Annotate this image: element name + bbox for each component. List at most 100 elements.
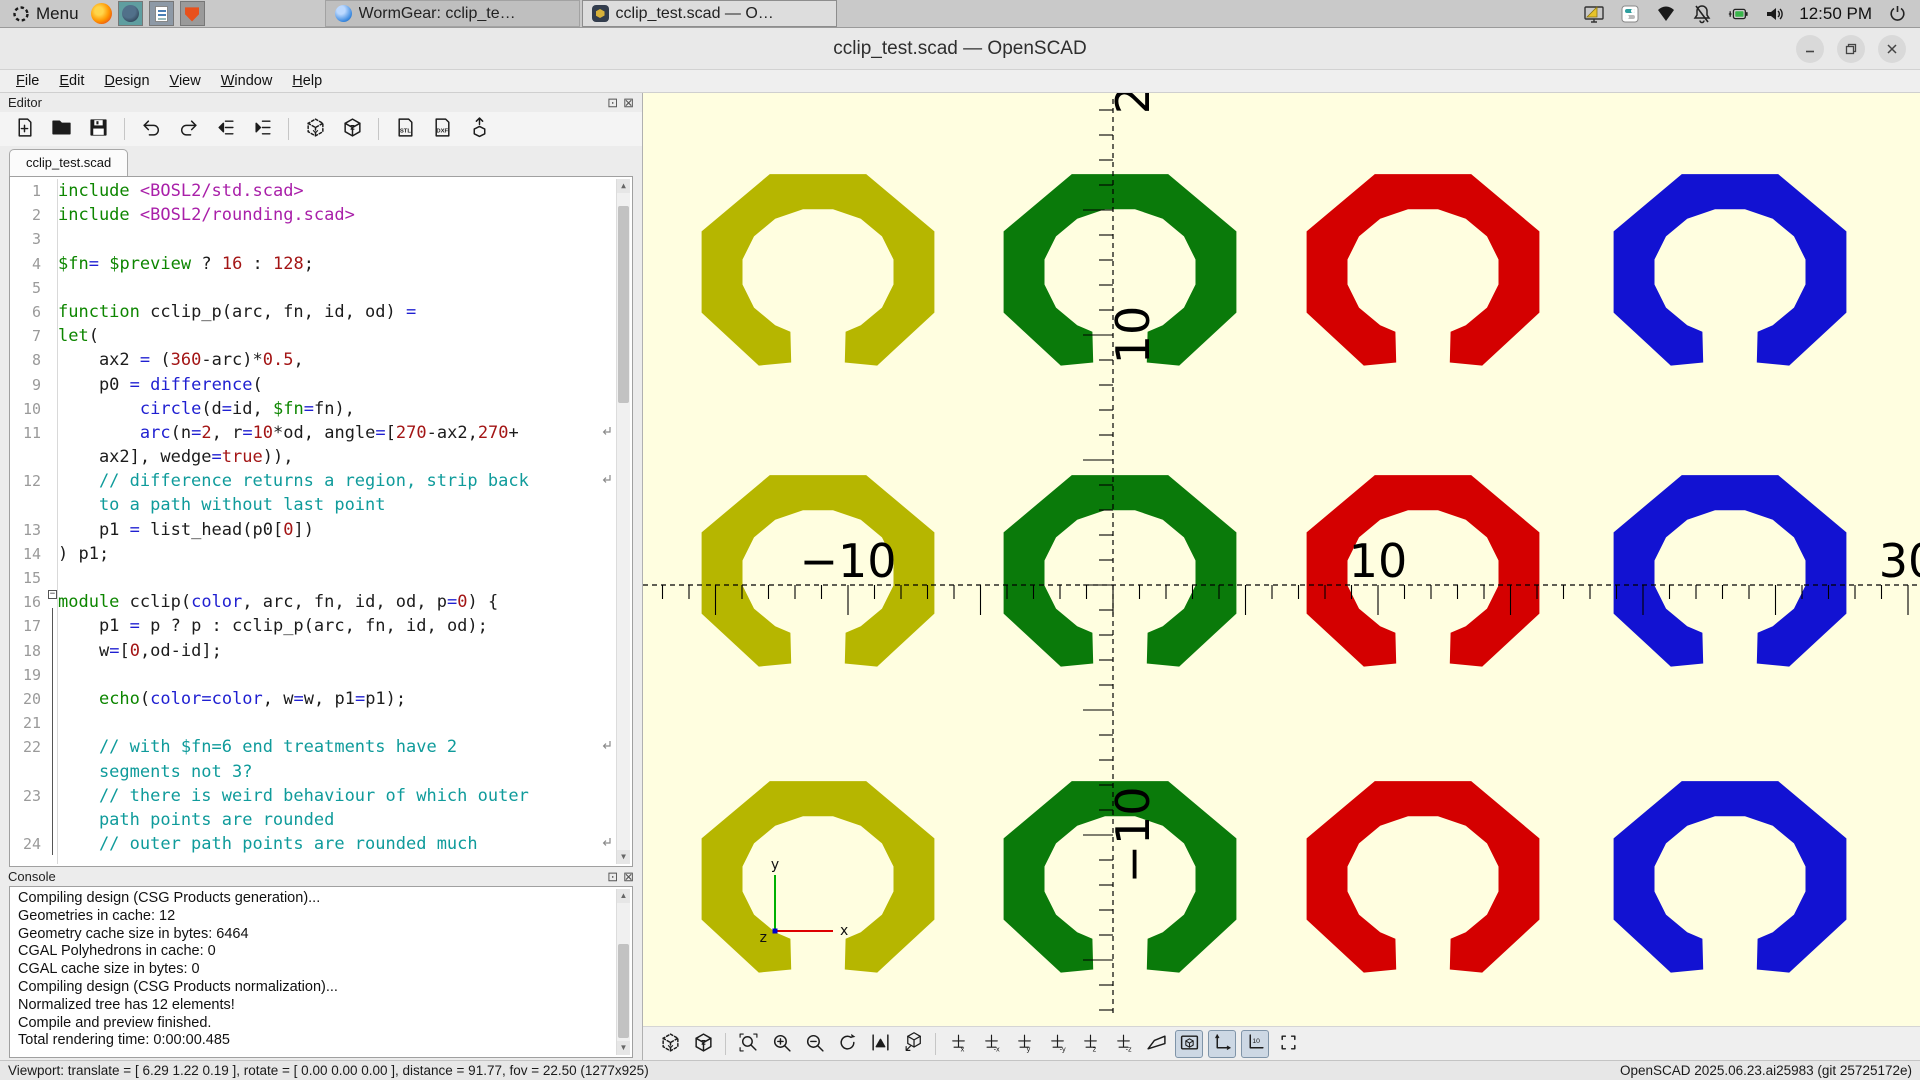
save-file-button[interactable] bbox=[84, 115, 112, 143]
perspective-button[interactable] bbox=[1142, 1030, 1170, 1058]
taskbar-window-button[interactable]: WormGear: cclip_te… bbox=[325, 0, 580, 27]
menu-item-help[interactable]: Help bbox=[282, 73, 332, 89]
console-close-icon[interactable]: ⊠ bbox=[623, 869, 634, 885]
console[interactable]: Compiling design (CSG Products generatio… bbox=[9, 886, 633, 1058]
code-row[interactable]: 18 w=[0,od-id]; bbox=[10, 639, 616, 663]
window-titlebar[interactable]: cclip_test.scad — OpenSCAD bbox=[0, 28, 1920, 70]
menu-item-view[interactable]: View bbox=[160, 73, 211, 89]
code-row[interactable]: 6function cclip_p(arc, fn, id, od) = bbox=[10, 300, 616, 324]
view-all-button[interactable] bbox=[866, 1030, 894, 1058]
brave-launcher[interactable] bbox=[180, 1, 205, 26]
code-row[interactable]: 22 // with $fn=6 end treatments have 2 bbox=[10, 735, 616, 759]
scroll-up-icon[interactable]: ▲ bbox=[617, 889, 630, 903]
console-panel-header[interactable]: Console ⊡ ⊠ bbox=[0, 867, 642, 886]
editor-scroll-thumb[interactable] bbox=[618, 206, 629, 403]
toggles-icon[interactable] bbox=[1619, 3, 1641, 25]
zoom-out-button[interactable] bbox=[800, 1030, 828, 1058]
browser-launcher[interactable] bbox=[118, 1, 143, 26]
preview-button[interactable] bbox=[656, 1030, 684, 1058]
orthogonal-button[interactable] bbox=[1175, 1030, 1203, 1058]
print-3d-button[interactable] bbox=[465, 115, 493, 143]
preview-button[interactable] bbox=[301, 115, 329, 143]
code-row[interactable]: segments not 3? bbox=[10, 760, 616, 784]
view-back-button[interactable]: -y bbox=[1043, 1030, 1071, 1058]
code-row[interactable]: 11 arc(n=2, r=10*od, angle=[270-ax2,270+ bbox=[10, 421, 616, 445]
menu-item-file[interactable]: File bbox=[6, 73, 49, 89]
zoom-in-button[interactable] bbox=[767, 1030, 795, 1058]
code-row[interactable]: to a path without last point bbox=[10, 493, 616, 517]
code-row[interactable]: 14) p1; bbox=[10, 542, 616, 566]
menu-item-window[interactable]: Window bbox=[211, 73, 283, 89]
whisker-menu-button[interactable]: Menu bbox=[6, 4, 85, 24]
display-settings-icon[interactable] bbox=[1583, 3, 1605, 25]
view-bottom-button[interactable]: -z bbox=[1109, 1030, 1137, 1058]
show-scale-markers-button[interactable]: 10 bbox=[1241, 1030, 1269, 1058]
code-row[interactable]: 5 bbox=[10, 276, 616, 300]
code-row[interactable]: 17 p1 = p ? p : cclip_p(arc, fn, id, od)… bbox=[10, 614, 616, 638]
code-row[interactable]: 7let( bbox=[10, 324, 616, 348]
view-diagonal-button[interactable] bbox=[899, 1030, 927, 1058]
tab-cclip-test[interactable]: cclip_test.scad bbox=[9, 149, 128, 176]
zoom-all-button[interactable] bbox=[734, 1030, 762, 1058]
console-float-icon[interactable]: ⊡ bbox=[607, 869, 618, 885]
code-row[interactable]: 19 bbox=[10, 663, 616, 687]
taskbar-window-button[interactable]: cclip_test.scad — O… bbox=[582, 0, 837, 27]
code-row[interactable]: 12 // difference returns a region, strip… bbox=[10, 469, 616, 493]
console-scrollbar[interactable]: ▲ ▼ bbox=[616, 889, 630, 1055]
editor-close-icon[interactable]: ⊠ bbox=[623, 95, 634, 111]
3d-viewport[interactable]: −1010302010−10yxz bbox=[643, 93, 1920, 1026]
clock[interactable]: 12:50 PM bbox=[1799, 4, 1872, 24]
show-axes-button[interactable] bbox=[1208, 1030, 1236, 1058]
console-scroll-thumb[interactable] bbox=[618, 944, 629, 1038]
view-front-button[interactable]: y bbox=[1010, 1030, 1038, 1058]
scroll-down-icon[interactable]: ▼ bbox=[617, 850, 630, 864]
export-dxf-button[interactable]: DXF bbox=[428, 115, 456, 143]
editor-float-icon[interactable]: ⊡ bbox=[607, 95, 618, 111]
battery-icon[interactable] bbox=[1727, 3, 1749, 25]
code-row[interactable]: path points are rounded bbox=[10, 808, 616, 832]
notifications-muted-icon[interactable] bbox=[1691, 3, 1713, 25]
render-button[interactable] bbox=[338, 115, 366, 143]
scroll-up-icon[interactable]: ▲ bbox=[617, 179, 630, 193]
editor-scrollbar[interactable]: ▲ ▼ bbox=[616, 179, 630, 864]
code-row[interactable]: 13 p1 = list_head(p0[0]) bbox=[10, 518, 616, 542]
scroll-down-icon[interactable]: ▼ bbox=[617, 1041, 630, 1055]
code-row[interactable]: 2include <BOSL2/rounding.scad> bbox=[10, 203, 616, 227]
fold-marker-icon[interactable]: − bbox=[48, 590, 57, 599]
power-icon[interactable] bbox=[1886, 3, 1908, 25]
text-editor-launcher[interactable] bbox=[149, 1, 174, 26]
indent-button[interactable] bbox=[248, 115, 276, 143]
reset-view-button[interactable] bbox=[833, 1030, 861, 1058]
close-button[interactable] bbox=[1878, 35, 1906, 63]
code-row[interactable]: 15 bbox=[10, 566, 616, 590]
code-row[interactable]: 23 // there is weird behaviour of which … bbox=[10, 784, 616, 808]
code-editor[interactable]: 1include <BOSL2/std.scad>2include <BOSL2… bbox=[9, 176, 633, 867]
undo-button[interactable] bbox=[137, 115, 165, 143]
editor-panel-header[interactable]: Editor ⊡ ⊠ bbox=[0, 93, 642, 112]
menu-item-edit[interactable]: Edit bbox=[49, 73, 94, 89]
code-row[interactable]: 8 ax2 = (360-arc)*0.5, bbox=[10, 348, 616, 372]
code-row[interactable]: 16−module cclip(color, arc, fn, id, od, … bbox=[10, 590, 616, 614]
restore-button[interactable] bbox=[1837, 35, 1865, 63]
minimize-button[interactable] bbox=[1796, 35, 1824, 63]
code-row[interactable]: 4$fn= $preview ? 16 : 128; bbox=[10, 252, 616, 276]
new-file-button[interactable] bbox=[10, 115, 38, 143]
code-row[interactable]: 20 echo(color=color, w=w, p1=p1); bbox=[10, 687, 616, 711]
code-row[interactable]: ax2], wedge=true)), bbox=[10, 445, 616, 469]
redo-button[interactable] bbox=[174, 115, 202, 143]
firefox-icon[interactable] bbox=[91, 3, 112, 24]
view-right-button[interactable]: x bbox=[944, 1030, 972, 1058]
show-crosshairs-button[interactable] bbox=[1274, 1030, 1302, 1058]
view-top-button[interactable]: z bbox=[1076, 1030, 1104, 1058]
code-row[interactable]: 21 bbox=[10, 711, 616, 735]
render-button[interactable] bbox=[689, 1030, 717, 1058]
code-row[interactable]: 24 // outer path points are rounded much bbox=[10, 832, 616, 856]
volume-icon[interactable] bbox=[1763, 3, 1785, 25]
code-row[interactable]: 1include <BOSL2/std.scad> bbox=[10, 179, 616, 203]
network-icon[interactable] bbox=[1655, 3, 1677, 25]
export-stl-button[interactable]: STL bbox=[391, 115, 419, 143]
open-file-button[interactable] bbox=[47, 115, 75, 143]
view-left-button[interactable]: -x bbox=[977, 1030, 1005, 1058]
menu-item-design[interactable]: Design bbox=[94, 73, 159, 89]
code-row[interactable]: 10 circle(d=id, $fn=fn), bbox=[10, 397, 616, 421]
